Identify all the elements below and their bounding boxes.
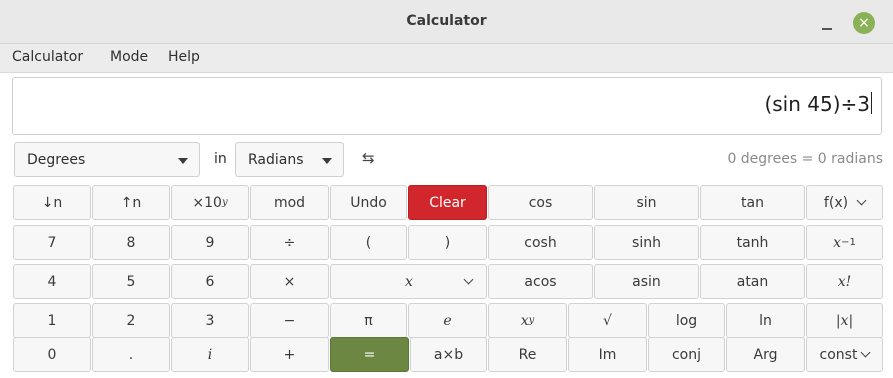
digit-0-button[interactable]: 0 <box>13 337 91 372</box>
close-button[interactable]: × <box>853 12 875 34</box>
menu-help[interactable]: Help <box>168 49 200 65</box>
digit-2-button[interactable]: 2 <box>92 303 170 338</box>
conjugate-button[interactable]: conj <box>648 337 725 372</box>
sinh-button[interactable]: sinh <box>594 225 699 260</box>
window-title: Calculator <box>406 13 487 29</box>
digit-8-button[interactable]: 8 <box>92 225 170 260</box>
digit-9-button[interactable]: 9 <box>171 225 249 260</box>
power-base: x <box>520 312 529 329</box>
chevron-down-icon <box>178 158 188 164</box>
digit-7-button[interactable]: 7 <box>13 225 91 260</box>
sci-exp: y <box>221 197 228 208</box>
close-paren-button[interactable]: ) <box>408 225 487 260</box>
euler-button[interactable]: e <box>408 303 487 338</box>
digit-5-button[interactable]: 5 <box>92 264 170 299</box>
inverse-exp: −1 <box>841 237 856 248</box>
asin-button[interactable]: asin <box>594 264 699 299</box>
undo-button[interactable]: Undo <box>330 185 407 220</box>
expression-text: (sin 45)÷3 <box>764 92 870 116</box>
atan-button[interactable]: atan <box>700 264 805 299</box>
chevron-down-icon <box>322 158 332 164</box>
fx-label: f(x) <box>823 194 849 211</box>
constants-menu-button[interactable]: const <box>806 337 883 372</box>
argument-button[interactable]: Arg <box>726 337 805 372</box>
log-button[interactable]: log <box>648 303 725 338</box>
digit-3-button[interactable]: 3 <box>171 303 249 338</box>
cosh-button[interactable]: cosh <box>488 225 593 260</box>
variable-menu-button[interactable]: x <box>330 264 487 299</box>
shift-up-button[interactable]: ↑n <box>92 185 170 220</box>
sin-button[interactable]: sin <box>594 185 699 220</box>
shift-down-button[interactable]: ↓n <box>13 185 91 220</box>
multiply-button[interactable]: × <box>250 264 329 299</box>
divide-button[interactable]: ÷ <box>250 225 329 260</box>
ln-button[interactable]: ln <box>726 303 805 338</box>
mod-button[interactable]: mod <box>250 185 329 220</box>
factorial-button[interactable]: x! <box>806 264 883 299</box>
expression-display[interactable]: (sin 45)÷3 <box>12 77 882 135</box>
inverse-base: x <box>833 234 842 251</box>
title-bar: Calculator × <box>0 0 893 44</box>
power-button[interactable]: xy <box>488 303 567 338</box>
in-label: in <box>214 151 227 167</box>
decimal-point-button[interactable]: . <box>92 337 170 372</box>
abs-button[interactable]: |x| <box>806 303 883 338</box>
imaginary-part-button[interactable]: Im <box>568 337 647 372</box>
inverse-button[interactable]: x −1 <box>806 225 883 260</box>
open-paren-button[interactable]: ( <box>330 225 407 260</box>
to-unit-label: Radians <box>248 152 304 168</box>
pi-button[interactable]: π <box>330 303 407 338</box>
from-unit-select[interactable]: Degrees <box>14 142 200 177</box>
tanh-button[interactable]: tanh <box>700 225 805 260</box>
digit-4-button[interactable]: 4 <box>13 264 91 299</box>
digit-1-button[interactable]: 1 <box>13 303 91 338</box>
menu-bar: Calculator Mode Help <box>0 44 893 73</box>
const-label: const <box>819 346 858 363</box>
swap-units-button[interactable]: ⇆ <box>362 149 375 167</box>
imaginary-button[interactable]: i <box>171 337 249 372</box>
clear-button[interactable]: Clear <box>408 185 487 220</box>
chevron-down-icon <box>856 195 867 206</box>
text-cursor <box>871 92 872 114</box>
from-unit-label: Degrees <box>27 152 86 168</box>
conversion-result: 0 degrees = 0 radians <box>727 151 883 167</box>
sqrt-button[interactable]: √ <box>568 303 647 338</box>
sci-base: ×10 <box>192 194 222 211</box>
digit-6-button[interactable]: 6 <box>171 264 249 299</box>
function-menu-button[interactable]: f(x) <box>806 185 883 220</box>
minimize-button[interactable] <box>816 12 840 34</box>
real-part-button[interactable]: Re <box>488 337 567 372</box>
subtract-button[interactable]: − <box>250 303 329 338</box>
to-unit-select[interactable]: Radians <box>235 142 344 177</box>
cos-button[interactable]: cos <box>488 185 593 220</box>
acos-button[interactable]: acos <box>488 264 593 299</box>
variable-label: x <box>405 273 413 290</box>
menu-calculator[interactable]: Calculator <box>12 49 83 65</box>
chevron-down-icon <box>861 347 871 358</box>
power-exp: y <box>528 315 535 326</box>
equals-button[interactable]: = <box>330 337 409 372</box>
chevron-down-icon <box>463 274 474 285</box>
factorize-button[interactable]: a×b <box>410 337 487 372</box>
add-button[interactable]: + <box>250 337 329 372</box>
close-icon: × <box>858 15 870 31</box>
scientific-exponent-button[interactable]: ×10 y <box>171 185 249 220</box>
menu-mode[interactable]: Mode <box>110 49 148 65</box>
tan-button[interactable]: tan <box>700 185 805 220</box>
